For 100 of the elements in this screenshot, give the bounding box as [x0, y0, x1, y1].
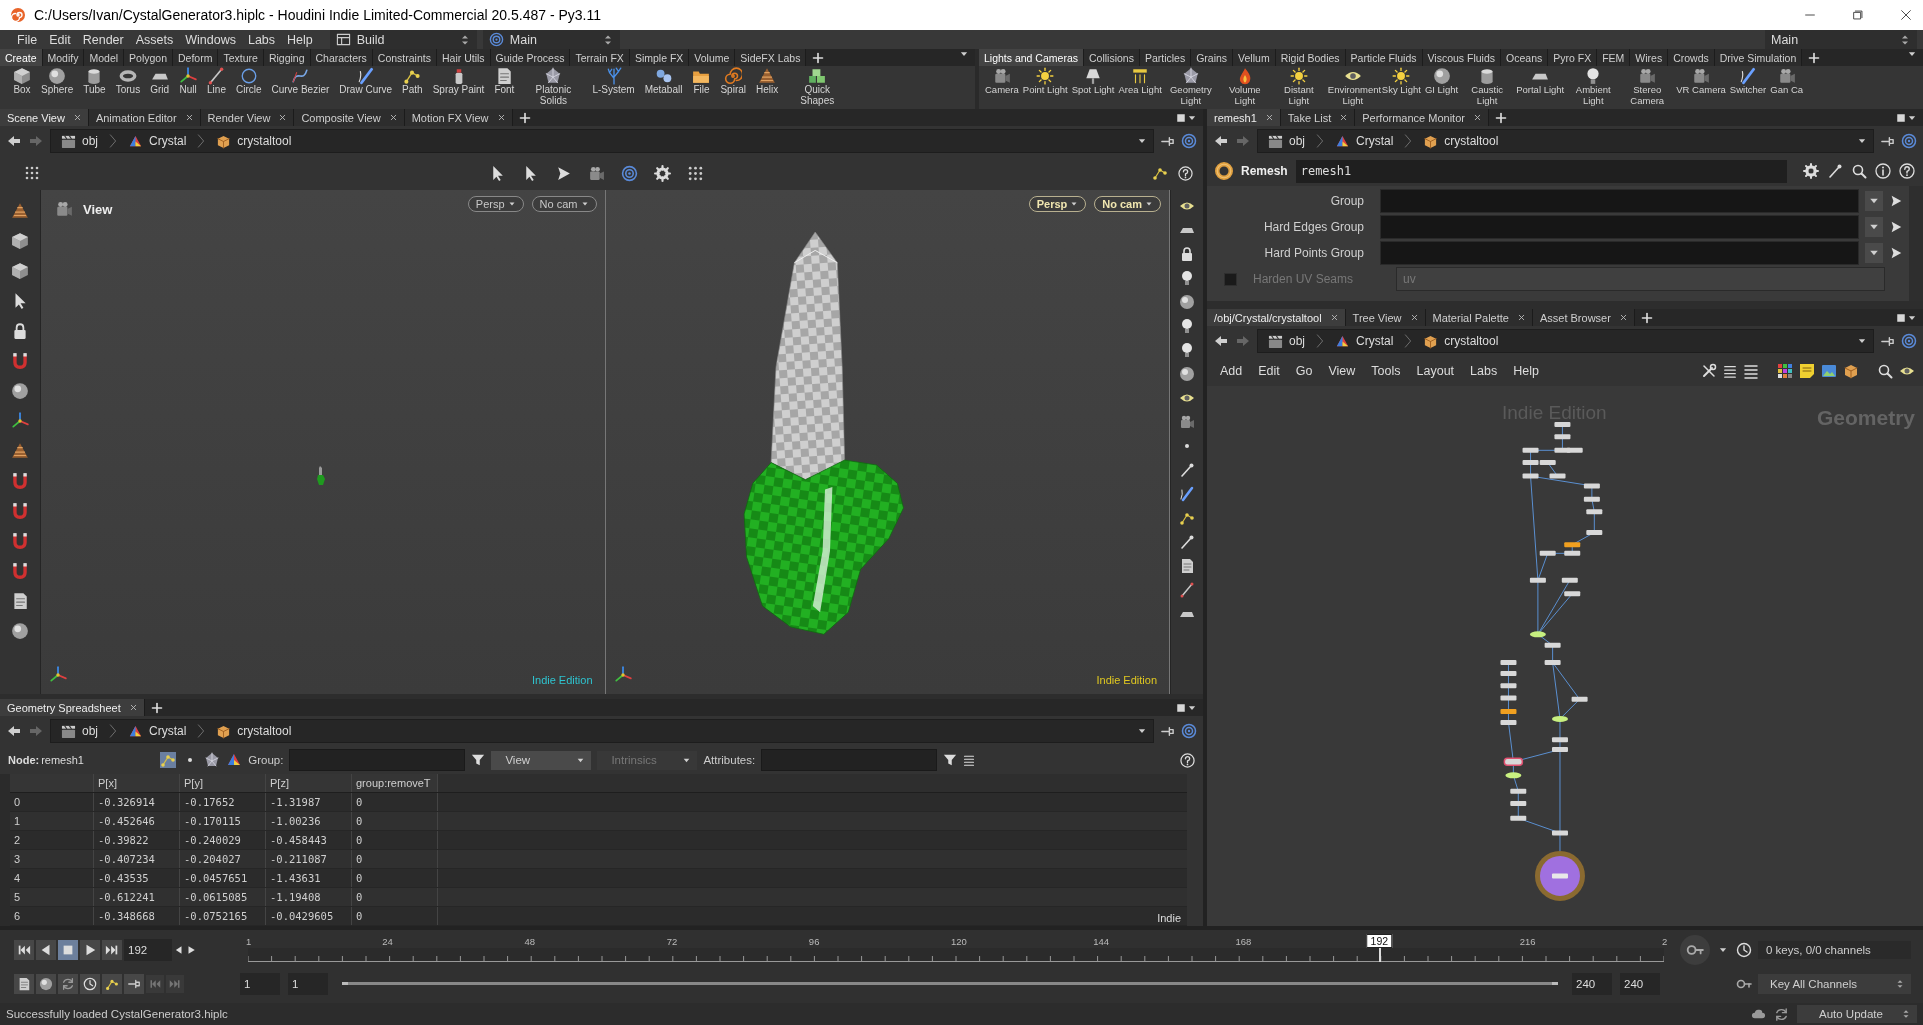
shelf-tool[interactable]: Spot Light: [1069, 67, 1117, 96]
shelf-tool[interactable]: Geometry Light: [1163, 67, 1218, 106]
shelf-tool[interactable]: Sphere: [36, 67, 79, 96]
column-header[interactable]: P[x]: [94, 774, 180, 792]
desktop-selector[interactable]: Main: [1765, 30, 1917, 49]
shelf-tab[interactable]: FEM: [1597, 49, 1631, 66]
pane-tab[interactable]: Material Palette: [1425, 309, 1533, 326]
menu-item[interactable]: Help: [1508, 364, 1544, 378]
shelf-tool[interactable]: Spiral: [715, 67, 752, 96]
shelf-tool[interactable]: Curve Bezier: [266, 67, 335, 96]
shelf-tool[interactable]: Path: [397, 67, 428, 96]
pane-tab[interactable]: Motion FX View: [404, 109, 513, 126]
menu-item[interactable]: Assets: [130, 32, 179, 47]
shelf-tool[interactable]: Area Light: [1116, 67, 1164, 96]
frame-field[interactable]: 192: [124, 938, 172, 961]
shelf-tab[interactable]: Create: [0, 49, 43, 66]
range-start-field[interactable]: 1: [288, 972, 328, 995]
shelf-tab[interactable]: Characters: [310, 49, 373, 66]
view-dropdown[interactable]: View: [491, 750, 592, 770]
menu-item[interactable]: Labs: [242, 32, 281, 47]
path-bar[interactable]: obj Crystal crystaltool: [1257, 329, 1874, 353]
path-crumb[interactable]: Crystal: [124, 723, 191, 739]
shelf-tool[interactable]: Tube: [78, 67, 111, 96]
path-crumb[interactable]: crystaltool: [1419, 333, 1503, 349]
shelf-tool[interactable]: Switcher: [1727, 67, 1769, 96]
shelf-tool[interactable]: Gan Ca: [1768, 67, 1806, 96]
shelf-tab[interactable]: Vellum: [1233, 49, 1276, 66]
column-header[interactable]: P[y]: [180, 774, 266, 792]
shelf-tab[interactable]: Rigid Bodies: [1275, 49, 1346, 66]
shelf-tab[interactable]: Drive Simulation: [1714, 49, 1803, 66]
shelf-tab[interactable]: SideFX Labs: [735, 49, 807, 66]
menu-item[interactable]: Add: [1215, 364, 1248, 378]
shelf-tool[interactable]: Metaball: [639, 67, 688, 96]
shelf-tool[interactable]: Stereo Camera: [1620, 67, 1675, 106]
shelf-tab[interactable]: Particles: [1139, 49, 1192, 66]
shelf-tab[interactable]: Volume: [689, 49, 736, 66]
context-selector[interactable]: Main: [482, 30, 620, 49]
pane-tab[interactable]: Geometry Spreadsheet: [0, 699, 145, 716]
shelf-tool[interactable]: Box: [8, 67, 36, 96]
shelf-tab[interactable]: Crowds: [1668, 49, 1715, 66]
menu-item[interactable]: Edit: [1253, 364, 1285, 378]
path-crumb[interactable]: Crystal: [1331, 333, 1398, 349]
shelf-tab[interactable]: Rigging: [263, 49, 311, 66]
column-header[interactable]: P[z]: [266, 774, 352, 792]
pane-tab[interactable]: Asset Browser: [1532, 309, 1635, 326]
projection-menu[interactable]: Persp: [1028, 196, 1087, 212]
path-crumb[interactable]: crystaltool: [212, 133, 296, 149]
start-frame-field[interactable]: 1: [240, 972, 280, 995]
shelf-tab[interactable]: Model: [84, 49, 125, 66]
shelf-tab[interactable]: Oceans: [1501, 49, 1549, 66]
menu-item[interactable]: Layout: [1411, 364, 1460, 378]
pane-tab[interactable]: Tree View: [1345, 309, 1426, 326]
shelf-tab[interactable]: Hair Utils: [436, 49, 491, 66]
camera-menu[interactable]: No cam: [1094, 196, 1161, 212]
shelf-tool[interactable]: Circle: [230, 67, 267, 96]
pane-tab[interactable]: remesh1: [1207, 109, 1281, 126]
shelf-tool[interactable]: GI Light: [1422, 67, 1461, 96]
shelf-tool[interactable]: Helix: [751, 67, 784, 96]
camera-menu[interactable]: No cam: [531, 196, 597, 212]
viewport[interactable]: Persp No cam Indie Edition: [605, 190, 1170, 694]
shelf-tab[interactable]: Modify: [42, 49, 85, 66]
update-mode-button[interactable]: Auto Update: [1797, 1005, 1917, 1023]
shelf-tool[interactable]: Spray Paint: [427, 67, 490, 96]
shelf-tab[interactable]: Texture: [218, 49, 264, 66]
shelf-tool[interactable]: Line: [202, 67, 231, 96]
menu-item[interactable]: Labs: [1465, 364, 1503, 378]
shelf-tab[interactable]: Constraints: [372, 49, 437, 66]
shelf-tab[interactable]: Polygon: [124, 49, 173, 66]
shelf-tab[interactable]: Collisions: [1083, 49, 1140, 66]
shelf-tool[interactable]: Ambient Light: [1566, 67, 1621, 106]
shelf-tab[interactable]: Simple FX: [629, 49, 690, 66]
column-header[interactable]: group:removeT: [352, 774, 438, 792]
viewport[interactable]: View Persp No cam Indie Edition: [41, 190, 606, 694]
menu-item[interactable]: Help: [282, 32, 318, 47]
shelf-tab[interactable]: Wires: [1630, 49, 1669, 66]
shelf-tool[interactable]: Point Light: [1020, 67, 1070, 96]
shelf-tool[interactable]: Distant Light: [1271, 67, 1326, 106]
pane-tab[interactable]: Performance Monitor: [1355, 109, 1489, 126]
menu-item[interactable]: Edit: [44, 32, 76, 47]
node-name-field[interactable]: remesh1: [1295, 159, 1787, 183]
projection-menu[interactable]: Persp: [467, 196, 524, 212]
menu-item[interactable]: Go: [1290, 364, 1318, 378]
menu-item[interactable]: Tools: [1366, 364, 1406, 378]
end-frame-field[interactable]: 240: [1620, 972, 1660, 995]
path-bar[interactable]: obj Crystal crystaltool: [50, 719, 1154, 743]
path-bar[interactable]: obj Crystal crystaltool: [50, 129, 1154, 153]
shelf-tool[interactable]: Font: [489, 67, 520, 96]
shelf-tool[interactable]: L-System: [587, 67, 640, 96]
pane-tab[interactable]: Scene View: [0, 109, 89, 126]
path-crumb[interactable]: obj: [57, 133, 102, 149]
path-crumb[interactable]: Crystal: [1331, 133, 1398, 149]
desktop-selector[interactable]: Build: [329, 30, 477, 49]
path-crumb[interactable]: obj: [1264, 133, 1309, 149]
shelf-tool[interactable]: Volume Light: [1217, 67, 1272, 106]
path-bar[interactable]: obj Crystal crystaltool: [1257, 129, 1874, 153]
shelf-tool[interactable]: Quick Shapes: [783, 67, 852, 106]
key-mode-dropdown[interactable]: Key All Channels: [1758, 973, 1911, 994]
path-crumb[interactable]: crystaltool: [212, 723, 296, 739]
pane-tab[interactable]: Animation Editor: [88, 109, 201, 126]
shelf-tool[interactable]: Null: [174, 67, 203, 96]
